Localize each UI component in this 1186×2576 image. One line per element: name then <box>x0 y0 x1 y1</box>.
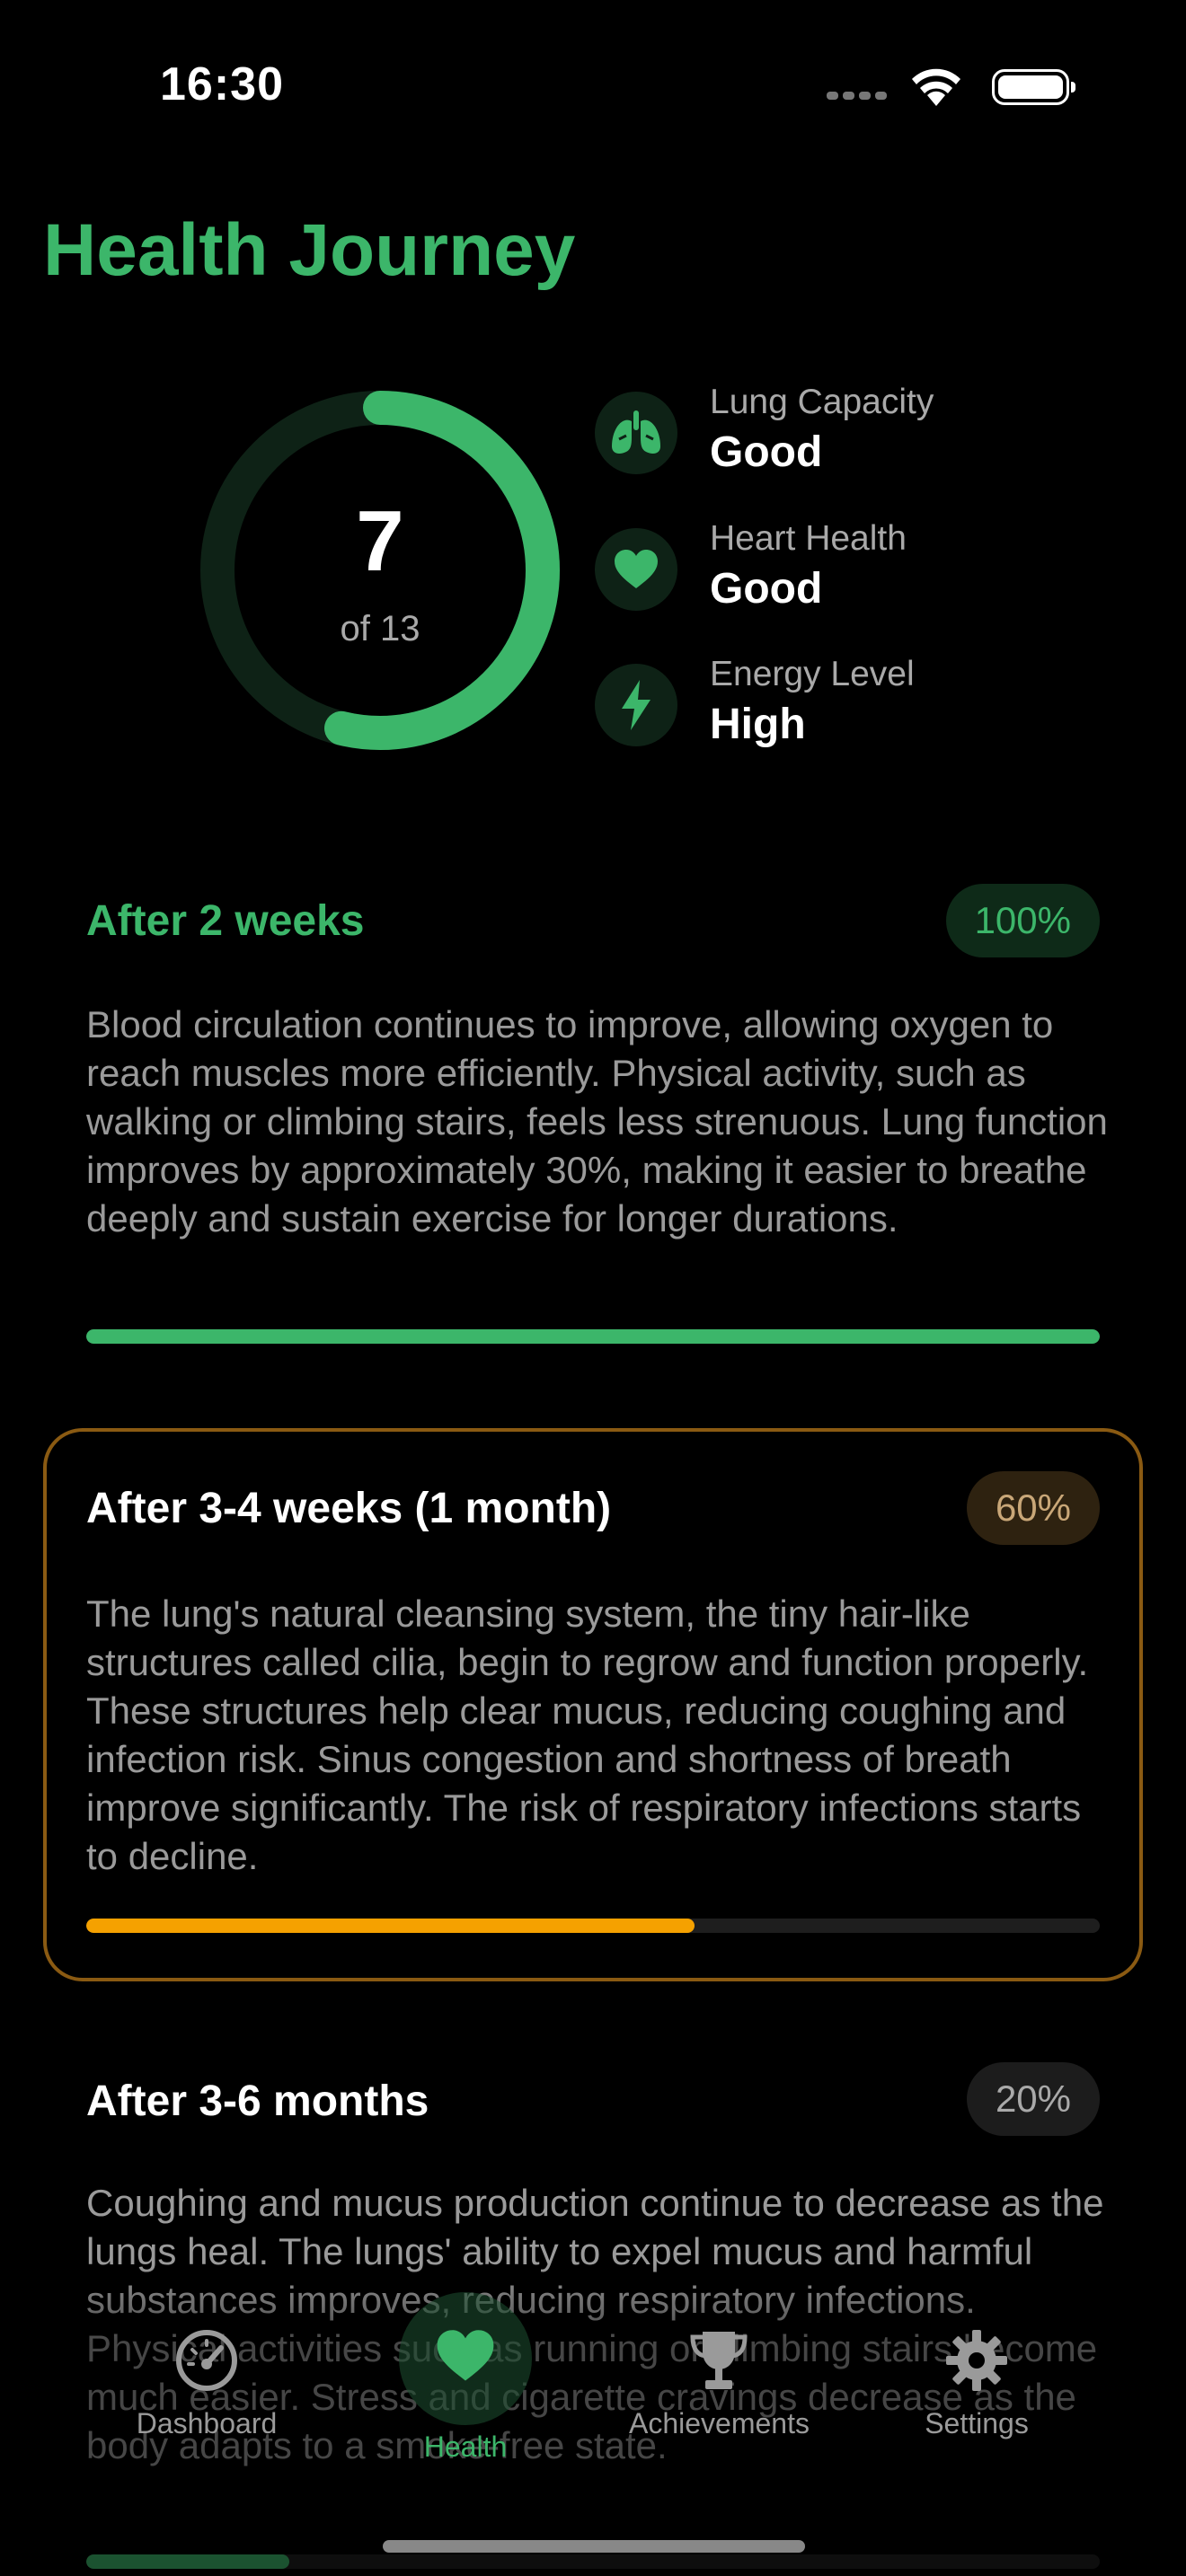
progress-ring-value: 7 <box>356 493 404 589</box>
metric-label: Lung Capacity <box>710 383 934 421</box>
milestone-description: Blood circulation continues to improve, … <box>86 1003 1108 1239</box>
metric-label: Heart Health <box>710 519 907 558</box>
status-time: 16:30 <box>160 58 284 110</box>
lungs-icon <box>595 392 677 474</box>
milestone-card-current[interactable]: After 3-4 weeks (1 month) 60% The lung's… <box>43 1428 1143 1981</box>
metric-value: Good <box>710 565 823 613</box>
metric-label: Energy Level <box>710 655 915 693</box>
milestone-description: The lung's natural cleansing system, the… <box>86 1592 1089 1877</box>
trophy-icon <box>690 2332 748 2389</box>
milestone-title: After 3-6 months <box>86 2078 429 2125</box>
milestone-percent-badge: 60% <box>966 1471 1100 1545</box>
gear-icon <box>946 2330 1007 2391</box>
lightning-icon <box>595 664 677 746</box>
milestone-title: After 3-4 weeks (1 month) <box>86 1485 612 1532</box>
metric-heart-health: Heart Health Good <box>595 519 1098 636</box>
speedometer-icon <box>176 2330 237 2391</box>
tab-achievements[interactable]: Achievements <box>629 2328 810 2440</box>
tab-label: Health <box>423 2430 508 2463</box>
heart-icon <box>437 2330 494 2381</box>
milestone-progress-bar <box>86 1919 1100 1933</box>
milestone-progress-bar <box>86 1329 1100 1344</box>
milestone-progress-fill <box>86 1329 1100 1344</box>
home-indicator <box>383 2540 805 2553</box>
tab-label: Dashboard <box>136 2407 278 2439</box>
tab-label: Settings <box>925 2407 1029 2439</box>
progress-ring-caption: of 13 <box>340 609 420 648</box>
tab-dashboard[interactable]: Dashboard <box>135 2328 279 2440</box>
heart-icon <box>595 528 677 611</box>
milestone-percent-badge: 100% <box>945 884 1100 957</box>
wifi-icon <box>912 68 960 106</box>
milestone-progress-fill <box>86 1919 695 1933</box>
milestone-percent-badge: 20% <box>966 2062 1100 2136</box>
milestone-title: After 2 weeks <box>86 897 365 945</box>
metric-lung-capacity: Lung Capacity Good <box>595 383 1098 499</box>
page-title: Health Journey <box>43 209 576 291</box>
tab-label: Achievements <box>629 2407 810 2439</box>
milestone-card[interactable]: After 2 weeks 100% Blood circulation con… <box>43 877 1143 1362</box>
tab-health[interactable]: Health <box>394 2328 537 2464</box>
battery-icon <box>992 69 1075 105</box>
metric-value: High <box>710 701 806 748</box>
metric-energy-level: Energy Level High <box>595 655 1098 772</box>
status-indicators <box>827 0 1186 180</box>
metric-value: Good <box>710 428 823 476</box>
tab-settings[interactable]: Settings <box>905 2328 1049 2440</box>
